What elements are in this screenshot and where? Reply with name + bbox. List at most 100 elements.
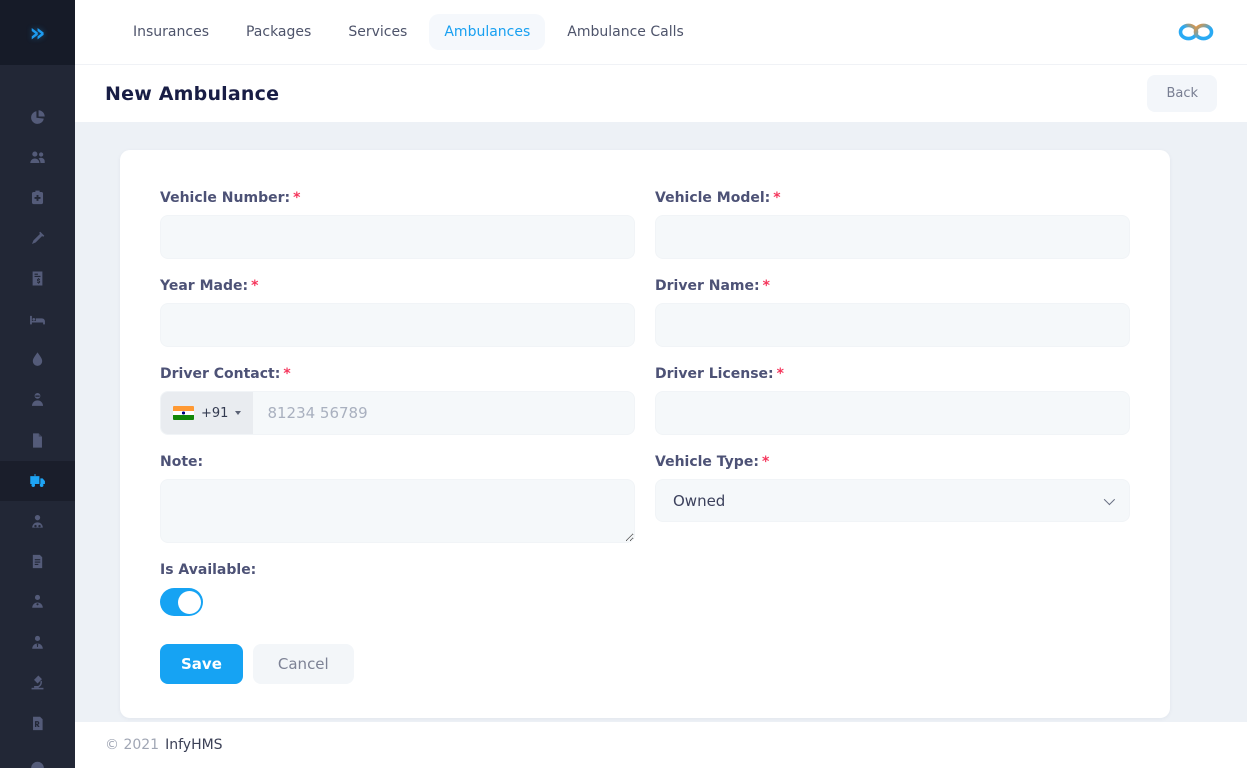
vehicle-type-label: Vehicle Type:* — [655, 454, 1130, 470]
sidebar-item-pie-chart[interactable] — [0, 97, 75, 137]
field-vehicle-model: Vehicle Model:* — [655, 190, 1130, 259]
blood-drop-icon — [29, 351, 46, 368]
users-icon — [29, 149, 46, 166]
bed-icon — [29, 311, 46, 328]
chevron-down-icon — [1104, 493, 1115, 504]
required-asterisk: * — [251, 278, 258, 294]
sidebar-item-patient[interactable] — [0, 582, 75, 622]
field-driver-name: Driver Name:* — [655, 278, 1130, 347]
main-column: InsurancesPackagesServicesAmbulancesAmbu… — [75, 0, 1247, 768]
sidebar-item-syringe[interactable] — [0, 218, 75, 258]
required-asterisk: * — [293, 190, 300, 206]
medkit-icon — [29, 189, 46, 206]
field-year-made: Year Made:* — [160, 278, 635, 347]
vehicle-model-input[interactable] — [655, 215, 1130, 259]
vehicle-number-input[interactable] — [160, 215, 635, 259]
syringe-icon — [29, 230, 46, 247]
app-root: » InsurancesPackagesServicesAmbulancesAm… — [0, 0, 1247, 768]
pie-chart-icon — [29, 109, 46, 126]
sidebar-nav — [0, 65, 75, 768]
vehicle-type-select[interactable]: Owned — [655, 479, 1130, 522]
driver-name-label: Driver Name:* — [655, 278, 1130, 294]
is-available-toggle[interactable] — [160, 588, 203, 616]
vehicle-model-label: Vehicle Model:* — [655, 190, 1130, 206]
copyright-text: © 2021 — [105, 737, 159, 753]
save-button[interactable]: Save — [160, 644, 243, 684]
toggle-knob — [178, 591, 201, 614]
field-driver-license: Driver License:* — [655, 366, 1130, 435]
required-asterisk: * — [777, 366, 784, 382]
nav-item-insurances[interactable]: Insurances — [118, 14, 224, 50]
microscope-icon — [29, 674, 46, 691]
page-title: New Ambulance — [105, 83, 1147, 105]
partial-icon — [29, 755, 46, 768]
nav-item-packages[interactable]: Packages — [231, 14, 326, 50]
cancel-button[interactable]: Cancel — [253, 644, 354, 684]
field-driver-contact: Driver Contact:* +91 — [160, 366, 635, 435]
sidebar-item-nurse[interactable] — [0, 501, 75, 541]
nurse-icon — [29, 513, 46, 530]
required-asterisk: * — [762, 454, 769, 470]
prescription-icon — [29, 715, 46, 732]
required-asterisk: * — [283, 366, 290, 382]
ambulance-icon — [29, 472, 46, 489]
content-area: Vehicle Number:* Vehicle Model:* Year Ma… — [75, 122, 1247, 722]
field-is-available: Is Available: — [160, 562, 1130, 616]
report-icon — [29, 553, 46, 570]
sidebar-item-microscope[interactable] — [0, 662, 75, 702]
field-note: Note: — [160, 454, 635, 543]
driver-license-input[interactable] — [655, 391, 1130, 435]
driver-contact-label: Driver Contact:* — [160, 366, 635, 382]
note-label: Note: — [160, 454, 635, 470]
vehicle-type-value: Owned — [673, 492, 725, 510]
note-textarea[interactable] — [160, 479, 635, 543]
back-button[interactable]: Back — [1147, 75, 1217, 112]
country-code-dropdown[interactable]: +91 — [161, 392, 253, 434]
india-flag-icon — [173, 406, 194, 420]
invoice-icon — [29, 270, 46, 287]
caret-down-icon — [235, 411, 241, 415]
dial-code: +91 — [201, 406, 228, 421]
sidebar-item-blood-drop[interactable] — [0, 339, 75, 379]
required-asterisk: * — [763, 278, 770, 294]
nav-item-ambulance-calls[interactable]: Ambulance Calls — [552, 14, 699, 50]
nav-item-ambulances[interactable]: Ambulances — [429, 14, 545, 50]
footer: © 2021 InfyHMS — [75, 722, 1247, 768]
sidebar-item-doctor-mask[interactable] — [0, 380, 75, 420]
nav-item-services[interactable]: Services — [333, 14, 422, 50]
header-nav: InsurancesPackagesServicesAmbulancesAmbu… — [118, 14, 1177, 50]
sidebar-item-staff[interactable] — [0, 622, 75, 662]
is-available-label: Is Available: — [160, 562, 1130, 578]
sidebar-header: » — [0, 0, 75, 65]
sidebar-item-partial[interactable] — [0, 743, 75, 768]
file-icon — [29, 432, 46, 449]
ambulance-form: Vehicle Number:* Vehicle Model:* Year Ma… — [160, 190, 1130, 616]
sidebar-item-invoice[interactable] — [0, 259, 75, 299]
doctor-mask-icon — [29, 391, 46, 408]
page-title-bar: New Ambulance Back — [75, 65, 1247, 122]
year-made-label: Year Made:* — [160, 278, 635, 294]
patient-icon — [29, 593, 46, 610]
driver-license-label: Driver License:* — [655, 366, 1130, 382]
sidebar-item-ambulance[interactable] — [0, 461, 75, 501]
sidebar-item-prescription[interactable] — [0, 703, 75, 743]
double-chevron-right-icon[interactable]: » — [29, 20, 45, 45]
sidebar-item-medkit[interactable] — [0, 178, 75, 218]
sidebar-item-bed[interactable] — [0, 299, 75, 339]
form-actions: Save Cancel — [160, 644, 1130, 684]
staff-icon — [29, 634, 46, 651]
sidebar-item-report[interactable] — [0, 541, 75, 581]
phone-input-group: +91 — [160, 391, 635, 435]
field-vehicle-number: Vehicle Number:* — [160, 190, 635, 259]
sidebar-item-file[interactable] — [0, 420, 75, 460]
year-made-input[interactable] — [160, 303, 635, 347]
field-vehicle-type: Vehicle Type:* Owned — [655, 454, 1130, 522]
form-card: Vehicle Number:* Vehicle Model:* Year Ma… — [120, 150, 1170, 718]
sidebar-item-users[interactable] — [0, 137, 75, 177]
sidebar: » — [0, 0, 75, 768]
infinity-logo — [1177, 19, 1215, 45]
driver-contact-input[interactable] — [253, 392, 634, 434]
driver-name-input[interactable] — [655, 303, 1130, 347]
brand-link[interactable]: InfyHMS — [165, 737, 222, 753]
required-asterisk: * — [773, 190, 780, 206]
